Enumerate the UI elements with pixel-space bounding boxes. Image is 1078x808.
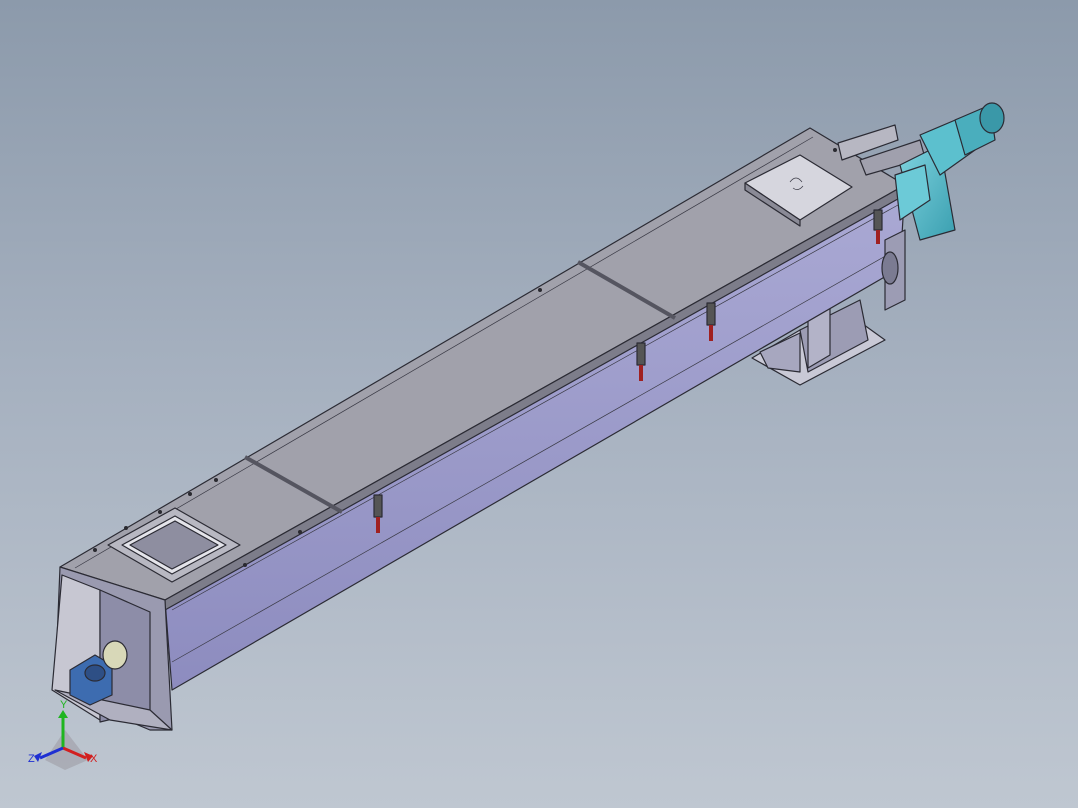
trough-body: [164, 184, 906, 691]
y-axis-head: [58, 710, 68, 718]
y-axis-label: Y: [60, 699, 68, 711]
cad-viewport[interactable]: Y X Z: [0, 0, 1078, 808]
z-axis-label: Z: [28, 753, 35, 765]
x-axis-label: X: [90, 753, 98, 765]
screw-conveyor-model[interactable]: Y X Z: [0, 0, 1078, 808]
